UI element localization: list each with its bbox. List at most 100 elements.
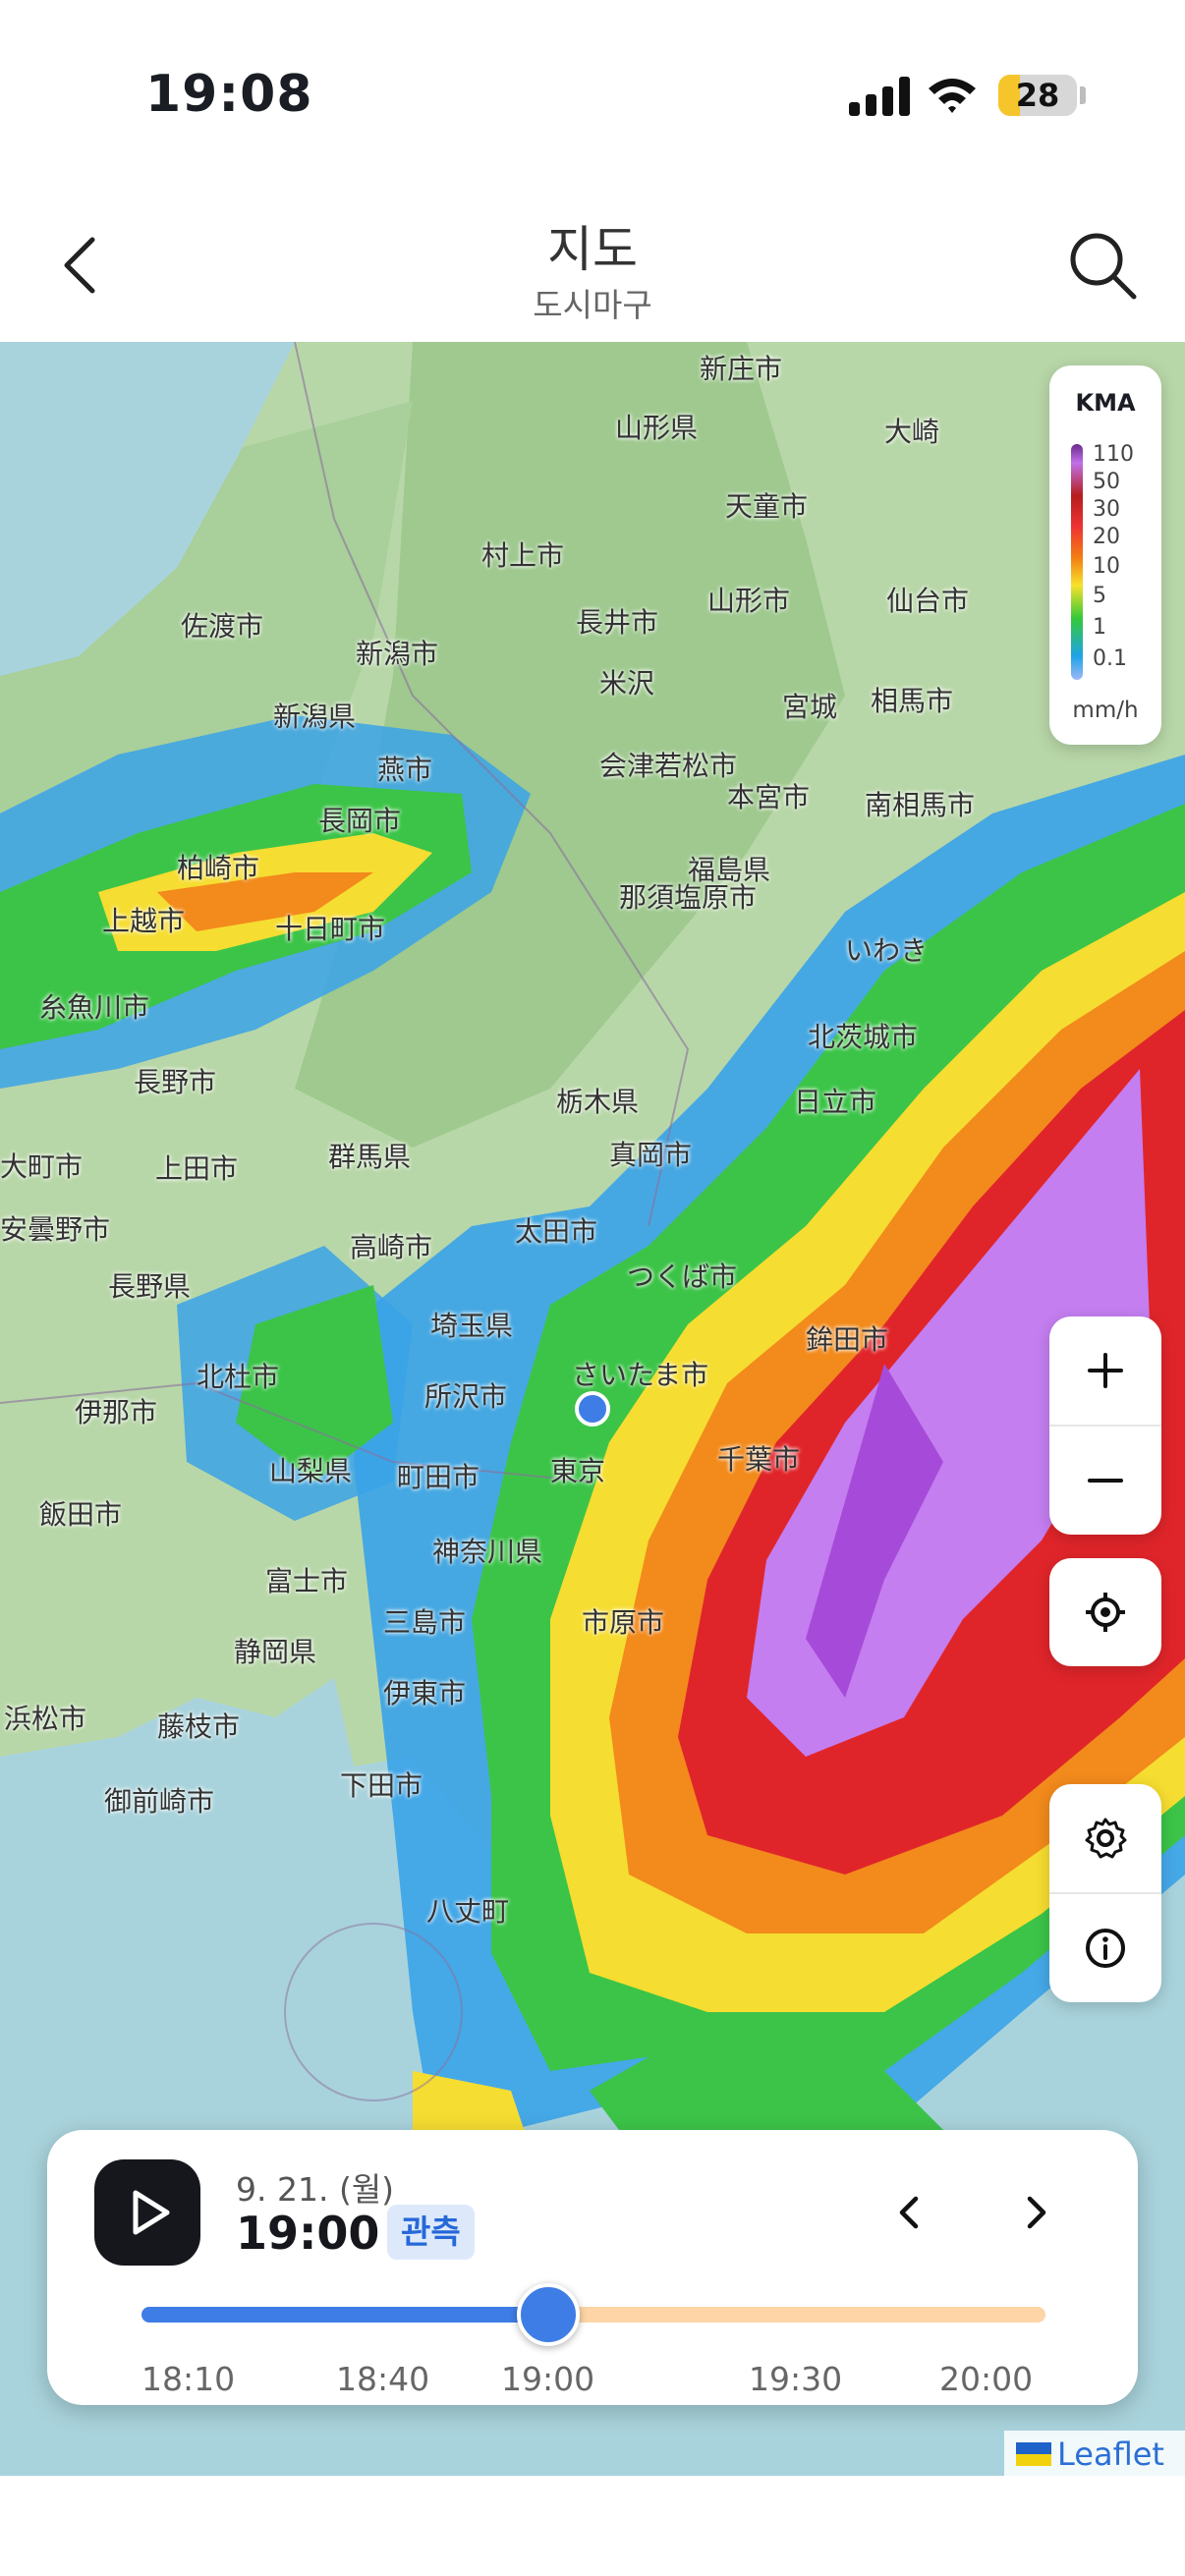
map-label: 栃木県 [556,1086,640,1118]
timeline-progress [141,2307,548,2323]
map-label: 村上市 [481,539,565,572]
attribution-link[interactable]: Leaflet [1057,2436,1164,2473]
zoom-controls [1049,1316,1161,1535]
map-label: 三島市 [383,1606,467,1639]
map-label: 富士市 [265,1565,349,1597]
timeline-time: 19:00 [236,2207,380,2260]
search-icon[interactable] [1063,226,1142,305]
map-label: 相馬市 [871,685,954,717]
map-label: 上田市 [155,1152,239,1185]
wifi-icon [929,79,976,113]
timeline-slider-thumb[interactable] [517,2283,580,2346]
map-label: 大町市 [0,1150,84,1183]
map-label: 長井市 [576,606,659,639]
timeline-tick: 18:40 [336,2360,430,2398]
page-subtitle: 도시마구 [533,286,652,324]
map-label: 新潟県 [273,700,357,733]
map-label: 太田市 [515,1215,598,1248]
map-label: 日立市 [794,1086,877,1118]
legend-tick: 110 [1093,442,1134,467]
battery-nub [1080,86,1086,104]
legend-unit: mm/h [1072,698,1139,723]
info-button[interactable] [1049,1894,1161,2002]
chevron-left-icon[interactable] [880,2183,939,2242]
locate-icon [1086,1593,1125,1632]
map-label: 安曇野市 [0,1213,111,1246]
map-label: 静岡県 [234,1636,317,1668]
page-title: 지도 [547,221,638,278]
timeline-tick: 19:30 [749,2360,843,2398]
legend-color-scale [1071,444,1083,680]
legend-tick: 50 [1093,470,1120,494]
locate-button[interactable] [1049,1558,1161,1666]
map-label: 大崎 [884,416,940,448]
map-label: 高崎市 [350,1231,433,1263]
map-options-controls [1049,1784,1161,2002]
legend-tick: 5 [1093,584,1106,608]
map-label: 山梨県 [269,1455,353,1487]
map-label: 十日町市 [275,913,386,945]
minus-icon [1088,1479,1123,1483]
timeline-date: 9. 21. (월) [236,2170,395,2209]
map-label: 長野県 [108,1270,192,1303]
map-label: 那須塩原市 [619,881,758,914]
map-label: 鉾田市 [806,1323,889,1356]
info-icon [1086,1929,1125,1968]
radar-legend: KMA 110 50 30 20 10 5 1 0.1 mm/h [1049,365,1161,745]
app-header: 지도 도시마구 [0,187,1185,342]
map-label: 会津若松市 [599,750,738,782]
timeline-tick: 18:10 [141,2360,236,2398]
map-label: 仙台市 [886,585,970,617]
map-label: いわき [845,934,929,967]
map-label: 糸魚川市 [39,991,150,1024]
map-label: 燕市 [377,754,433,786]
timeline-panel: 9. 21. (월) 19:00 관측 18:10 18:40 19:00 19… [47,2130,1138,2405]
map-label: 天童市 [725,490,809,523]
status-time: 19:08 [145,65,313,124]
legend-title: KMA [1075,389,1136,417]
map-label: 宮城 [782,691,838,723]
ukraine-flag-icon [1016,2442,1051,2466]
map-label: 米沢 [599,667,655,700]
map-label: さいたま市 [572,1359,709,1391]
map-label: 藤枝市 [157,1710,241,1743]
map-label: 長野市 [134,1066,217,1098]
zoom-in-button[interactable] [1049,1316,1161,1425]
legend-tick: 30 [1093,497,1120,522]
locate-control [1049,1558,1161,1666]
play-icon [133,2190,170,2235]
map-label: 佐渡市 [181,610,264,643]
legend-tick: 20 [1093,525,1120,549]
map-label: 山形県 [615,412,699,444]
map-label: 群馬県 [328,1141,412,1173]
plus-icon [1088,1353,1123,1388]
map-label: 柏崎市 [177,852,260,884]
timeline-tick: 19:00 [501,2360,595,2398]
zoom-out-button[interactable] [1049,1427,1161,1535]
map-label: 飯田市 [39,1498,123,1531]
settings-button[interactable] [1049,1784,1161,1892]
map-label: 神奈川県 [432,1536,543,1568]
map-label: 埼玉県 [430,1310,514,1342]
status-bar: 19:08 28 [0,0,1185,187]
cellular-signal-icon [849,77,910,116]
play-button[interactable] [94,2159,200,2266]
map-label: 町田市 [397,1461,480,1493]
timeline-tick: 20:00 [939,2360,1034,2398]
map-label: 本宮市 [727,781,811,813]
map-label: 北杜市 [197,1361,280,1393]
settings-icon [1085,1818,1127,1859]
map-attribution[interactable]: Leaflet [1004,2431,1185,2478]
map-label: 下田市 [340,1769,423,1802]
map-label: 市原市 [582,1606,665,1639]
observation-badge: 관측 [387,2205,475,2260]
map-label: 浜松市 [4,1703,87,1735]
map-label: 北茨城市 [808,1021,919,1053]
map-label: 伊東市 [383,1677,467,1709]
map-label: 山形市 [707,585,791,617]
legend-tick: 0.1 [1093,646,1127,671]
map-label: 御前崎市 [104,1785,215,1818]
chevron-right-icon[interactable] [1006,2183,1065,2242]
map-label: 真岡市 [609,1139,693,1171]
map-label: 東京 [550,1455,606,1487]
